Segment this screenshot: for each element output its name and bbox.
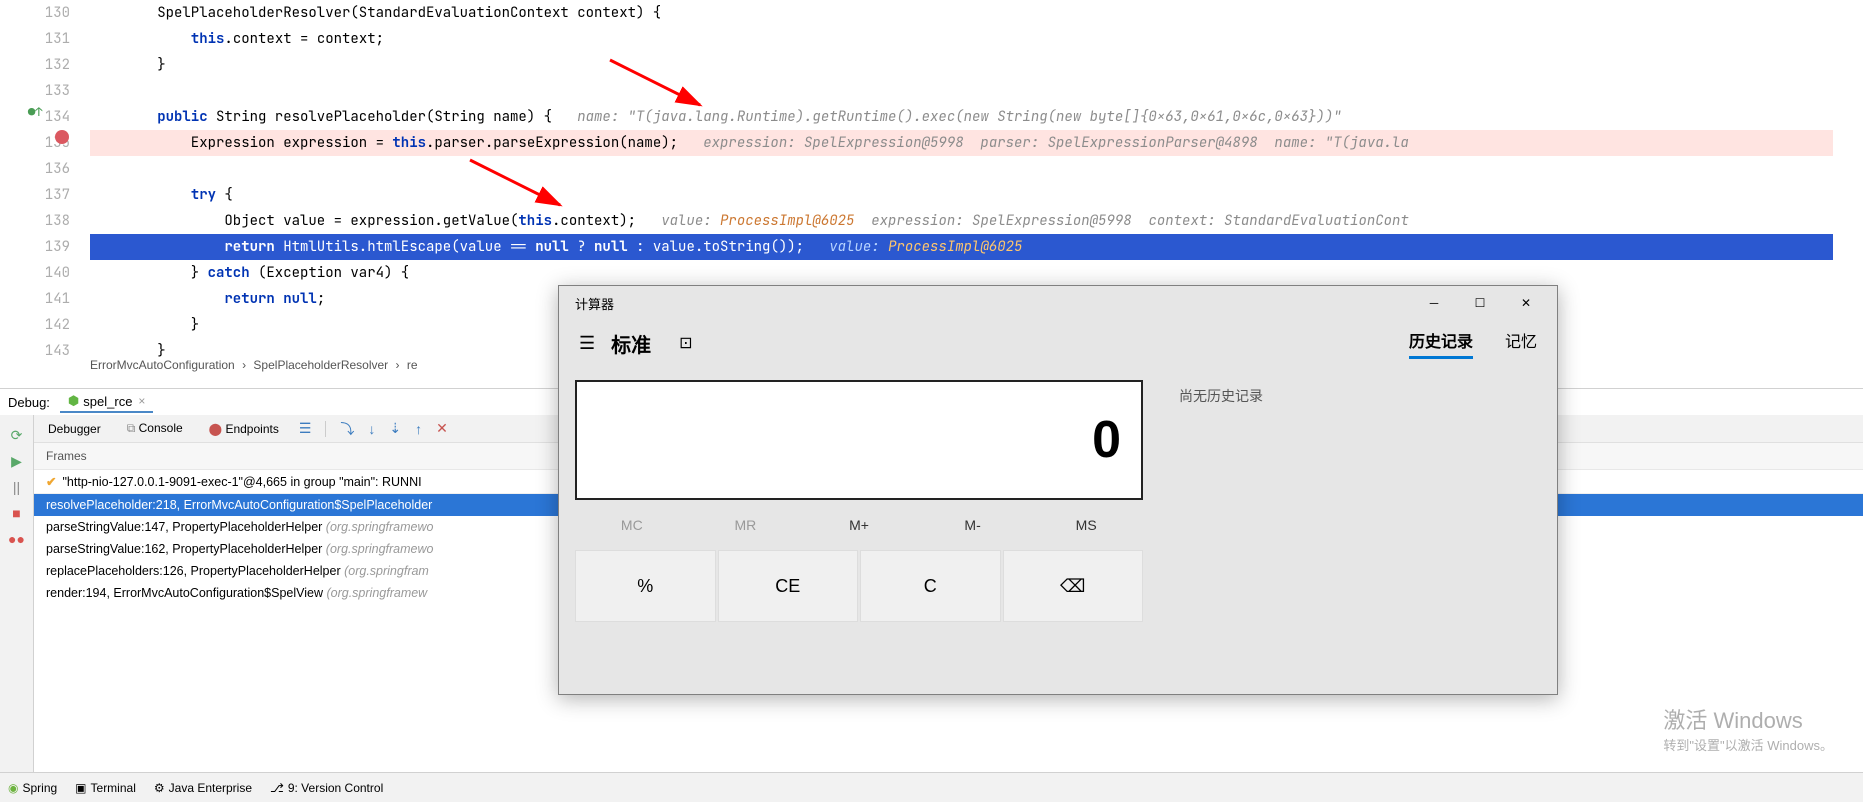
tab-debugger[interactable]: Debugger bbox=[42, 418, 107, 440]
step-over-icon[interactable]: ⤵ bbox=[340, 419, 354, 439]
calc-c-button[interactable]: C bbox=[860, 550, 1001, 622]
line-number: 141 bbox=[0, 286, 70, 312]
no-history-label: 尚无历史记录 bbox=[1179, 388, 1263, 404]
calc-titlebar[interactable]: 计算器 ─ ☐ ✕ bbox=[559, 286, 1557, 320]
line-number: 140 bbox=[0, 260, 70, 286]
line-number: 143 bbox=[0, 338, 70, 364]
minimize-button[interactable]: ─ bbox=[1411, 287, 1457, 319]
line-number: 133 bbox=[0, 78, 70, 104]
calc-header: ☰ 标准 ⊡ 历史记录 记忆 bbox=[559, 320, 1557, 366]
line-number: 138 bbox=[0, 208, 70, 234]
inline-value: ProcessImpl@6025 bbox=[720, 212, 854, 230]
maximize-button[interactable]: ☐ bbox=[1457, 287, 1503, 319]
tab-memory[interactable]: 记忆 bbox=[1505, 328, 1537, 359]
spring-icon: ⬢ bbox=[68, 393, 79, 409]
tab-console[interactable]: ⧉ Console bbox=[121, 417, 189, 440]
line-number: 142 bbox=[0, 312, 70, 338]
code-text: } bbox=[90, 56, 166, 74]
code-text: SpelPlaceholderResolver(StandardEvaluati… bbox=[90, 4, 661, 22]
show-exec-icon[interactable]: ☰ bbox=[299, 420, 312, 437]
rerun-icon[interactable]: ⟳ bbox=[7, 427, 27, 447]
calc-memory-row: MC MR M+ M- MS bbox=[575, 504, 1143, 546]
breadcrumb[interactable]: ErrorMvcAutoConfiguration › SpelPlacehol… bbox=[90, 358, 422, 378]
drop-frame-icon[interactable]: ✕ bbox=[436, 420, 448, 437]
vc-icon: ⎇ bbox=[270, 781, 284, 795]
line-number: 137 bbox=[0, 182, 70, 208]
breadcrumb-item[interactable]: re bbox=[407, 358, 418, 372]
chevron-icon: › bbox=[396, 358, 400, 372]
calc-display: 0 bbox=[575, 380, 1143, 500]
debug-label: Debug: bbox=[8, 395, 50, 410]
breakpoints-icon[interactable]: ●● bbox=[7, 531, 27, 551]
close-icon[interactable]: × bbox=[138, 394, 145, 408]
line-number: 131 bbox=[0, 26, 70, 52]
calc-mplus-button[interactable]: M+ bbox=[802, 517, 916, 533]
calc-mr-button: MR bbox=[689, 517, 803, 533]
keep-on-top-icon[interactable]: ⊡ bbox=[679, 333, 692, 353]
debug-sidebar: ⟳ ▶ || ■ ●● bbox=[0, 415, 34, 772]
calc-percent-button[interactable]: % bbox=[575, 550, 716, 622]
bottom-bar: ◉Spring ▣Terminal ⚙Java Enterprise ⎇9: V… bbox=[0, 772, 1863, 802]
hamburger-icon[interactable]: ☰ bbox=[579, 333, 595, 354]
inline-hint: value: bbox=[661, 212, 711, 230]
step-out-icon[interactable]: ↑ bbox=[415, 421, 422, 437]
calc-ce-button[interactable]: CE bbox=[718, 550, 859, 622]
calc-mminus-button[interactable]: M- bbox=[916, 517, 1030, 533]
gutter: 130 131 132 133 134 135 136 137 138 139 … bbox=[0, 0, 90, 364]
inline-hint: expression: SpelExpression@5998 context:… bbox=[871, 212, 1409, 230]
breakpoint-icon[interactable] bbox=[55, 130, 69, 144]
line-number: 136 bbox=[0, 156, 70, 182]
force-step-icon[interactable]: ⇣ bbox=[389, 420, 401, 437]
calculator-window: 计算器 ─ ☐ ✕ ☰ 标准 ⊡ 历史记录 记忆 0 MC MR M+ M- M… bbox=[558, 285, 1558, 695]
stop-icon[interactable]: ■ bbox=[7, 505, 27, 525]
resume-icon[interactable]: ▶ bbox=[7, 453, 27, 473]
breadcrumb-item[interactable]: SpelPlaceholderResolver bbox=[253, 358, 388, 372]
code-text: } bbox=[90, 316, 199, 334]
debug-run-tab[interactable]: ⬢ spel_rce × bbox=[60, 391, 154, 413]
breadcrumb-item[interactable]: ErrorMvcAutoConfiguration bbox=[90, 358, 235, 372]
bottom-terminal[interactable]: ▣Terminal bbox=[75, 781, 136, 795]
line-number: 130 bbox=[0, 0, 70, 26]
close-button[interactable]: ✕ bbox=[1503, 287, 1549, 319]
debug-tab-label: spel_rce bbox=[83, 394, 132, 409]
bottom-vc[interactable]: ⎇9: Version Control bbox=[270, 781, 383, 795]
calc-mc-button: MC bbox=[575, 517, 689, 533]
calc-backspace-button[interactable]: ⌫ bbox=[1003, 550, 1144, 622]
thread-label: "http-nio-127.0.0.1-9091-exec-1"@4,665 i… bbox=[62, 475, 421, 489]
inline-hint: name: "T(java.lang.Runtime).getRuntime()… bbox=[577, 108, 1341, 126]
bottom-spring[interactable]: ◉Spring bbox=[8, 781, 57, 795]
bottom-java[interactable]: ⚙Java Enterprise bbox=[154, 781, 252, 795]
override-marker-icon[interactable]: ●↑ bbox=[28, 104, 42, 120]
spring-icon: ◉ bbox=[8, 781, 18, 795]
calc-title: 计算器 bbox=[567, 294, 614, 313]
java-icon: ⚙ bbox=[154, 781, 165, 795]
calc-mode-label: 标准 bbox=[611, 329, 651, 358]
line-number: 139 bbox=[0, 234, 70, 260]
terminal-icon: ▣ bbox=[75, 781, 86, 795]
step-into-icon[interactable]: ↓ bbox=[368, 421, 375, 437]
check-icon: ✔ bbox=[46, 474, 56, 489]
inline-hint: expression: SpelExpression@5998 parser: … bbox=[703, 134, 1409, 152]
tab-endpoints[interactable]: ⬤ Endpoints bbox=[203, 418, 285, 440]
pause-icon[interactable]: || bbox=[7, 479, 27, 499]
calc-ms-button[interactable]: MS bbox=[1029, 517, 1143, 533]
chevron-icon: › bbox=[242, 358, 246, 372]
line-number: 132 bbox=[0, 52, 70, 78]
inline-hint: value: bbox=[829, 238, 879, 256]
inline-value: ProcessImpl@6025 bbox=[888, 238, 1022, 256]
calc-history-panel: 尚无历史记录 bbox=[1159, 366, 1557, 694]
tab-history[interactable]: 历史记录 bbox=[1409, 328, 1473, 359]
